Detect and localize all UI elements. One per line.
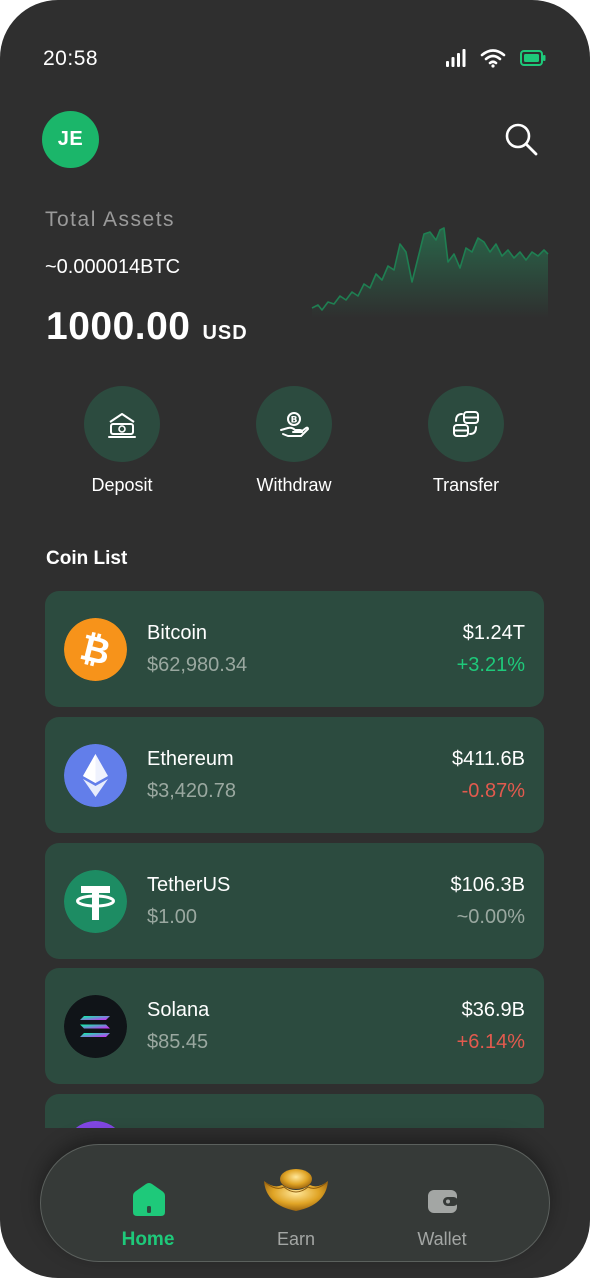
transfer-icon	[453, 411, 479, 437]
coin-change: +6.14%	[456, 1031, 525, 1053]
status-time: 20:58	[43, 47, 99, 70]
home-icon	[133, 1183, 165, 1216]
bitcoin-logo: ₿	[64, 618, 127, 681]
coin-price: $62,980.34	[147, 654, 248, 676]
coin-row-tether[interactable]: TetherUS $1.00 $106.3B ~0.00%	[45, 843, 544, 959]
coin-market-cap: $411.6B	[451, 748, 525, 770]
withdraw-label: Withdraw	[256, 475, 332, 495]
transfer-button[interactable]: Transfer	[391, 386, 541, 496]
transfer-label: Transfer	[432, 475, 500, 495]
coin-row-solana[interactable]: Solana $85.45 $36.9B +6.14%	[45, 968, 544, 1084]
total-assets-amount: 1000.00	[46, 305, 191, 348]
coin-price: $85.45	[147, 1031, 209, 1053]
deposit-icon	[108, 413, 136, 438]
transfer-circle	[428, 386, 504, 462]
coin-row-ethereum[interactable]: Ethereum $3,420.78 $411.6B -0.87%	[45, 717, 544, 833]
nav-wallet-label: Wallet	[417, 1229, 467, 1249]
search-button[interactable]	[502, 120, 540, 158]
coin-market-cap: $36.9B	[461, 999, 525, 1021]
coin-change: -0.87%	[461, 780, 525, 802]
search-icon	[505, 123, 538, 156]
withdraw-button[interactable]: B Withdraw	[219, 386, 369, 496]
coin-list-title: Coin List	[46, 548, 128, 569]
total-assets-usd: 1000.00 USD	[46, 305, 248, 349]
total-assets-label: Total Assets	[45, 208, 176, 231]
tether-logo	[64, 870, 127, 933]
coin-price: $3,420.78	[147, 780, 236, 802]
deposit-label: Deposit	[91, 475, 153, 495]
status-icons	[446, 48, 546, 68]
svg-text:B: B	[291, 416, 298, 426]
ethereum-logo	[64, 744, 127, 807]
assets-sparkline	[311, 227, 549, 318]
withdraw-circle: B	[256, 386, 332, 462]
coin-market-cap: $106.3B	[450, 874, 525, 896]
nav-home[interactable]: Home	[88, 1145, 208, 1263]
bottom-nav: Home Earn Wallet	[40, 1144, 550, 1262]
app-screen: 20:58 JE Total Assets ~0.000014BTC 1000.…	[0, 0, 590, 1278]
coin-change: ~0.00%	[456, 906, 525, 928]
deposit-circle	[84, 386, 160, 462]
coin-name: Ethereum	[147, 748, 234, 770]
coin-name: Solana	[147, 999, 210, 1021]
wifi-icon	[480, 49, 506, 68]
coin-market-cap: $1.24T	[462, 622, 525, 644]
coin-name: Bitcoin	[147, 622, 208, 644]
nav-home-label: Home	[121, 1229, 175, 1250]
gold-ingot-icon	[264, 1169, 328, 1211]
total-assets-currency: USD	[202, 322, 248, 344]
solana-logo	[64, 995, 127, 1058]
coin-row-partial[interactable]	[45, 1094, 544, 1128]
coin-list[interactable]: ₿ Bitcoin $62,980.34 $1.24T +3.21% Ether…	[45, 591, 545, 1128]
nav-earn[interactable]: Earn	[236, 1145, 356, 1263]
avatar[interactable]: JE	[42, 111, 99, 168]
cellular-signal-icon	[446, 49, 466, 67]
coin-row-bitcoin[interactable]: ₿ Bitcoin $62,980.34 $1.24T +3.21%	[45, 591, 544, 707]
coin-logo-partial	[64, 1121, 127, 1128]
nav-wallet[interactable]: Wallet	[382, 1145, 502, 1263]
deposit-button[interactable]: Deposit	[47, 386, 197, 496]
wallet-icon	[428, 1190, 458, 1213]
total-assets-btc: ~0.000014BTC	[45, 256, 181, 278]
coin-price: $1.00	[147, 906, 198, 928]
coin-change: +3.21%	[456, 654, 525, 676]
battery-icon	[520, 50, 546, 66]
coin-name: TetherUS	[147, 874, 231, 896]
nav-earn-label: Earn	[276, 1229, 316, 1249]
withdraw-icon: B	[280, 412, 309, 437]
